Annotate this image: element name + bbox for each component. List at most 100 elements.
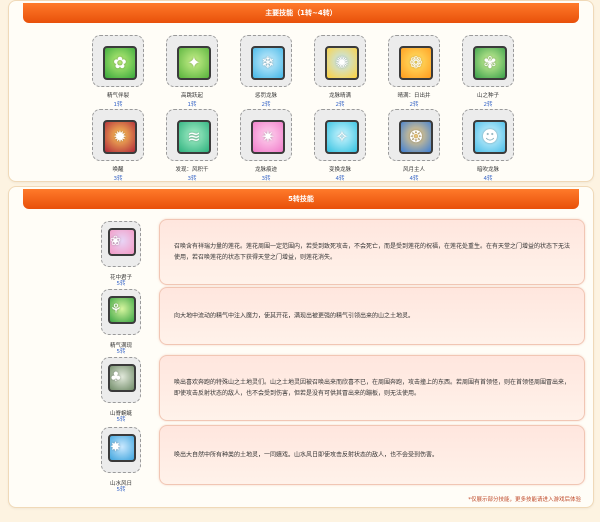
skill-level: 3转 xyxy=(261,176,271,182)
fifth-skill-description: 召唤含有祥瑞力量的莲花。莲花周围一定范围内，若受到致死攻击，不会死亡，而是受到莲… xyxy=(174,243,571,261)
skill-card[interactable]: ✾ 山之种子 2转 xyxy=(459,35,517,108)
skill-level: 2转 xyxy=(335,102,345,108)
skill-name: 唤醒 xyxy=(112,167,124,173)
skill-card[interactable]: ✿ 精气伴裂 1转 xyxy=(89,35,147,108)
fifth-skill-row: ⚘ 精气满现 5转 向大地中流动的精气中注入魔力，使其开花，满现出被更强的精气引领出来… xyxy=(101,287,585,355)
skill-name: 龙脉晴满 xyxy=(328,93,351,99)
skill-glyph: ✷ xyxy=(261,127,275,146)
main-skills-header: 主要技能（1转~4转） xyxy=(23,3,579,23)
skill-tile[interactable]: ✦ xyxy=(166,35,218,87)
skill-tile[interactable]: ❂ xyxy=(388,109,440,161)
skill-level: 4转 xyxy=(483,176,493,182)
skill-level: 2转 xyxy=(261,102,271,108)
skill-tile[interactable]: ✿ xyxy=(92,35,144,87)
skill-icon: ✦ xyxy=(177,46,211,80)
skill-level: 2转 xyxy=(483,102,493,108)
skill-glyph: ✿ xyxy=(113,53,127,72)
skill-glyph: ❁ xyxy=(409,53,423,72)
fifth-skill-row: ♣ 山脊蜿蜒 5转 唤出喜欢奔跑的特殊山之土地灵们。山之土地灵因被召唤出来而欣喜不已，… xyxy=(101,355,585,423)
skill-tile[interactable]: ✧ xyxy=(314,109,366,161)
fifth-skill-level: 5转 xyxy=(116,417,126,423)
skill-tile[interactable]: ✹ xyxy=(92,109,144,161)
fifth-skill-description-box: 唤出喜欢奔跑的特殊山之土地灵们。山之土地灵因被召唤出来而欣喜不已，在周围奔跑，攻… xyxy=(159,355,585,421)
skill-glyph: ♣ xyxy=(110,370,122,385)
fifth-skill-description: 唤出大自然中所有种类的土地灵，一同嬉戏。山水风日即使攻击反射状态的敌人，也不会受… xyxy=(174,451,439,459)
skill-glyph: ✹ xyxy=(113,127,127,146)
skill-card[interactable]: ✧ 变换龙脉 4转 xyxy=(311,109,369,182)
skill-tile[interactable]: ✾ xyxy=(462,35,514,87)
skill-icon: ✹ xyxy=(103,120,137,154)
skill-level: 1转 xyxy=(113,102,123,108)
skill-card[interactable]: ❄ 惩罚龙脉 2转 xyxy=(237,35,295,108)
skill-glyph: ✾ xyxy=(483,53,497,72)
skill-glyph: ⚘ xyxy=(110,302,122,317)
skill-glyph: ≋ xyxy=(187,127,201,146)
fifth-skill-row: ✸ 山水风日 5转 唤出大自然中所有种类的土地灵，一同嬉戏。山水风日即使攻击反射状态的… xyxy=(101,425,585,493)
skill-icon: ☻ xyxy=(473,120,507,154)
fifth-skill-description: 向大地中流动的精气中注入魔力，使其开花，满现出被更强的精气引领出来的山之土地灵。 xyxy=(174,312,415,320)
fifth-skill-icon: ✸ xyxy=(108,434,136,462)
skill-name: 风月主人 xyxy=(402,167,425,173)
fifth-skill-level: 5转 xyxy=(116,487,126,493)
fifth-skills-header: 5转技能 xyxy=(23,189,579,209)
skill-level: 1转 xyxy=(187,102,197,108)
skill-glyph: ❄ xyxy=(261,53,275,72)
skill-tile[interactable]: ≋ xyxy=(166,109,218,161)
skill-card[interactable]: ✷ 龙脉痕迹 3转 xyxy=(237,109,295,182)
skill-level: 4转 xyxy=(409,176,419,182)
fifth-skill-description-box: 向大地中流动的精气中注入魔力，使其开花，满现出被更强的精气引领出来的山之土地灵。 xyxy=(159,287,585,345)
skill-glyph: ❂ xyxy=(409,127,423,146)
footer-note: *仅展示部分技能，更多技能请进入游戏后体验 xyxy=(468,497,581,503)
fifth-skill-row: ❀ 花中君子 5转 召唤含有祥瑞力量的莲花。莲花周围一定范围内，若受到致死攻击，不会死… xyxy=(101,219,585,287)
skill-card[interactable]: ≋ 发现：风积千 3转 xyxy=(163,109,221,182)
fifth-skill-tile[interactable]: ⚘ xyxy=(101,289,141,335)
skill-name: 高跳跃起 xyxy=(180,93,203,99)
skill-icon: ✷ xyxy=(251,120,285,154)
skill-card[interactable]: ✺ 龙脉晴满 2转 xyxy=(311,35,369,108)
fifth-skills-panel: 5转技能 ❀ 花中君子 5转 召唤含有祥瑞力量的莲花。莲花周围一定范围内，若受到致死攻… xyxy=(8,186,594,508)
skill-level: 4转 xyxy=(335,176,345,182)
skill-glyph: ❀ xyxy=(110,234,121,249)
skill-icon: ✿ xyxy=(103,46,137,80)
skill-tile[interactable]: ☻ xyxy=(462,109,514,161)
fifth-skill-tile[interactable]: ✸ xyxy=(101,427,141,473)
skill-level: 3转 xyxy=(113,176,123,182)
fifth-skill-tile[interactable]: ♣ xyxy=(101,357,141,403)
skill-card[interactable]: ❁ 晴满：日出井 2转 xyxy=(385,35,443,108)
skill-glyph: ✧ xyxy=(335,127,349,146)
skill-name: 变换龙脉 xyxy=(328,167,351,173)
skill-icon: ✺ xyxy=(325,46,359,80)
fifth-skill-icon: ♣ xyxy=(108,364,136,392)
skill-tile[interactable]: ❁ xyxy=(388,35,440,87)
fifth-skill-description-box: 唤出大自然中所有种类的土地灵，一同嬉戏。山水风日即使攻击反射状态的敌人，也不会受… xyxy=(159,425,585,485)
fifth-skill-icon: ❀ xyxy=(108,228,136,256)
fifth-skill-description-box: 召唤含有祥瑞力量的莲花。莲花周围一定范围内，若受到致死攻击，不会死亡，而是受到莲… xyxy=(159,219,585,285)
skill-name: 龙脉痕迹 xyxy=(254,167,277,173)
fifth-skill-level: 5转 xyxy=(116,281,126,287)
skill-name: 发现：风积千 xyxy=(175,167,209,173)
skill-tile[interactable]: ✷ xyxy=(240,109,292,161)
skill-level: 2转 xyxy=(409,102,419,108)
skill-icon: ❂ xyxy=(399,120,433,154)
skill-tile[interactable]: ❄ xyxy=(240,35,292,87)
skill-name: 山之种子 xyxy=(476,93,499,99)
skill-card[interactable]: ✦ 高跳跃起 1转 xyxy=(163,35,221,108)
skill-card[interactable]: ✹ 唤醒 3转 xyxy=(89,109,147,182)
skill-tile[interactable]: ✺ xyxy=(314,35,366,87)
skill-card[interactable]: ❂ 风月主人 4转 xyxy=(385,109,443,182)
fifth-skill-tile[interactable]: ❀ xyxy=(101,221,141,267)
skill-name: 精气伴裂 xyxy=(106,93,129,99)
skill-icon: ✾ xyxy=(473,46,507,80)
skill-card[interactable]: ☻ 暗吹龙脉 4转 xyxy=(459,109,517,182)
skill-name: 暗吹龙脉 xyxy=(476,167,499,173)
skill-name: 晴满：日出井 xyxy=(397,93,431,99)
skill-icon: ≋ xyxy=(177,120,211,154)
fifth-skill-level: 5转 xyxy=(116,349,126,355)
skill-icon: ❁ xyxy=(399,46,433,80)
skill-level: 3转 xyxy=(187,176,197,182)
skill-glyph: ✺ xyxy=(335,53,349,72)
fifth-skill-description: 唤出喜欢奔跑的特殊山之土地灵们。山之土地灵因被召唤出来而欣喜不已，在周围奔跑，攻… xyxy=(174,379,571,397)
main-skills-panel: 主要技能（1转~4转） ✿ 精气伴裂 1转 ✦ 高跳跃起 1转 ❄ 惩罚龙脉 2转 ✺ 龙脉晴满 2转… xyxy=(8,0,594,182)
skill-icon: ✧ xyxy=(325,120,359,154)
fifth-skill-icon: ⚘ xyxy=(108,296,136,324)
